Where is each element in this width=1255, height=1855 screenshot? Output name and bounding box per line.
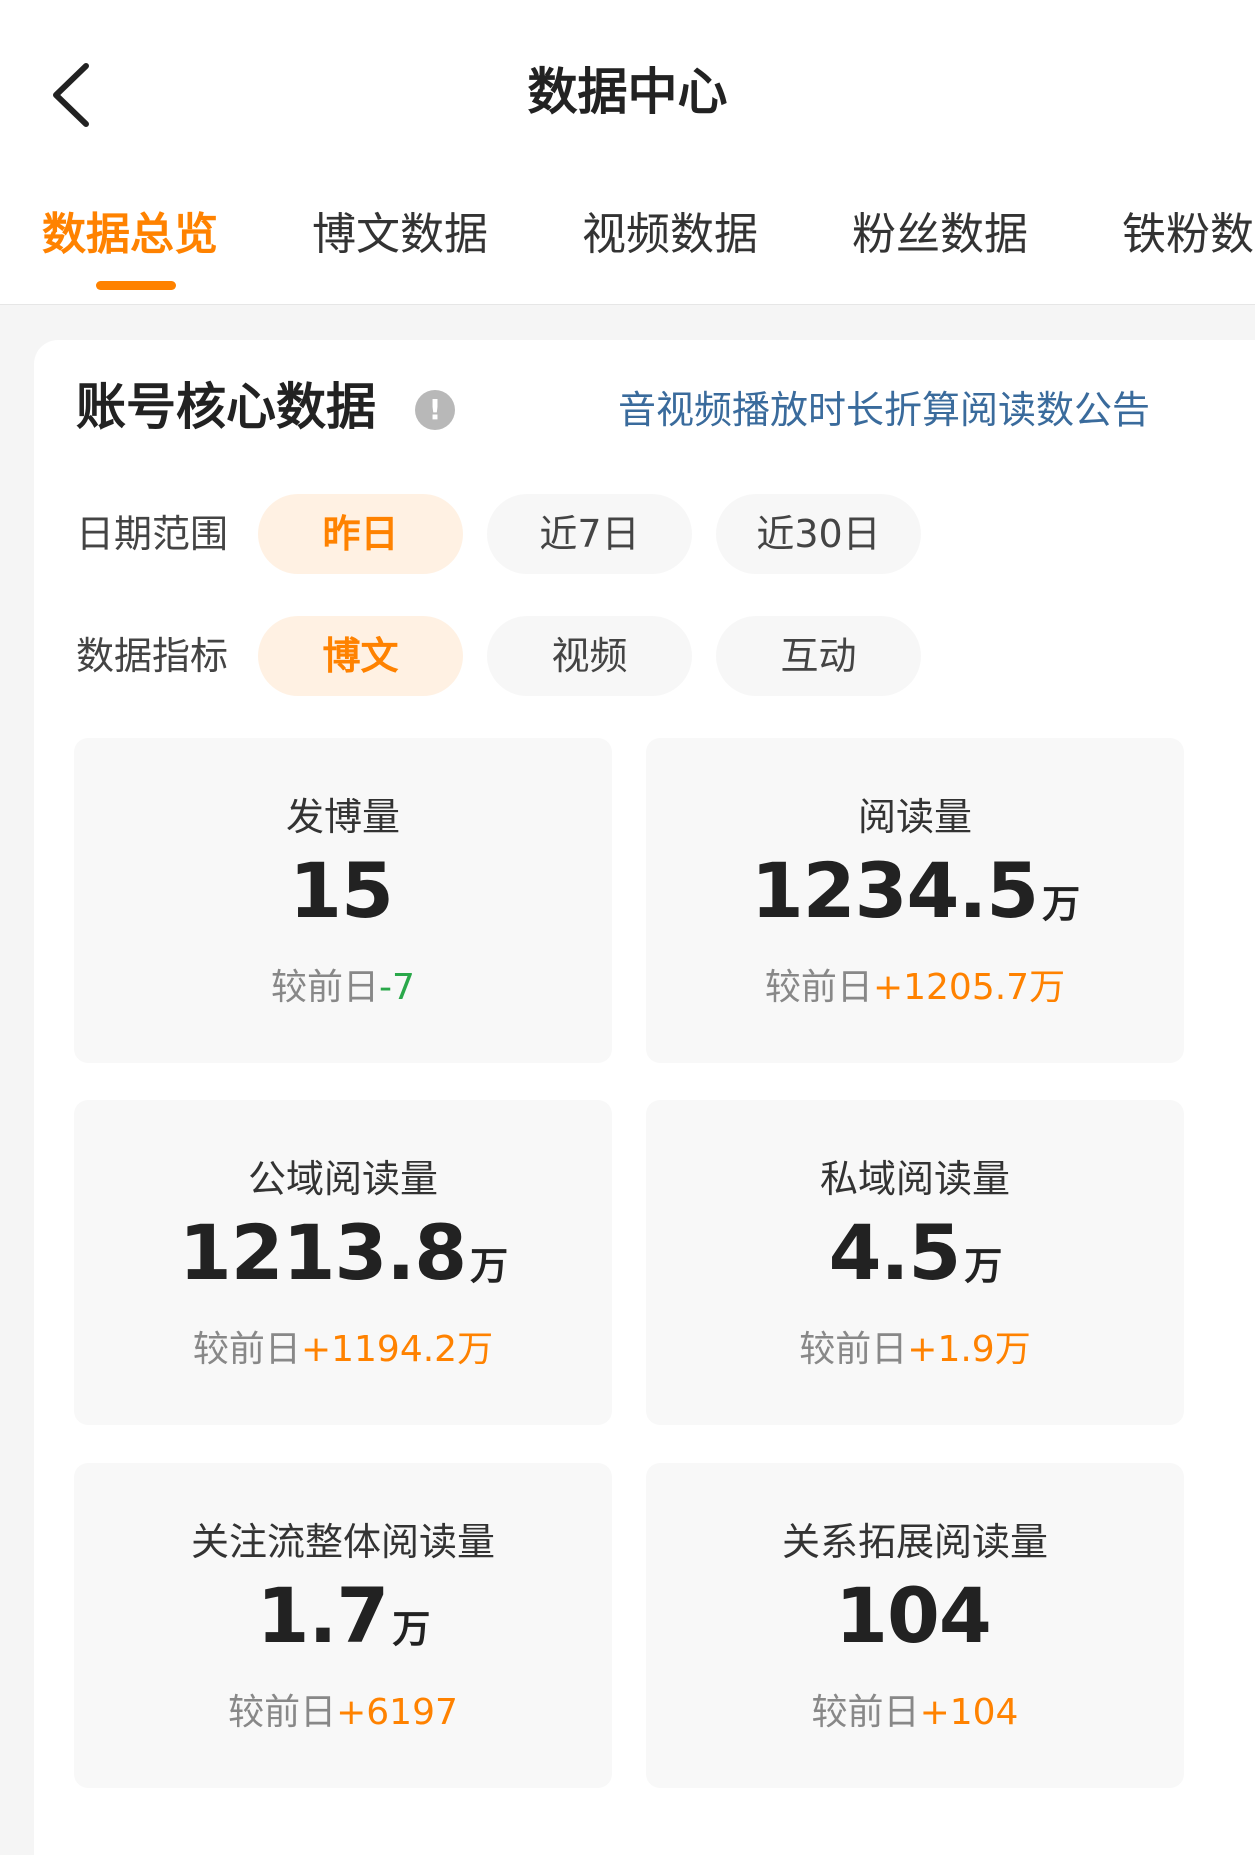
- stat-compare: 较前日+1205.7万: [764, 967, 1066, 1008]
- chip-yesterday[interactable]: 昨日: [258, 494, 463, 574]
- stat-compare: 较前日+104: [811, 1692, 1019, 1733]
- metric-label: 数据指标: [76, 634, 229, 678]
- stat-label: 公域阅读量: [247, 1157, 438, 1201]
- chip-posts[interactable]: 博文: [258, 616, 463, 696]
- stat-label: 发博量: [285, 795, 400, 839]
- date-range-label: 日期范围: [76, 512, 229, 556]
- stat-public-reads[interactable]: 公域阅读量 1213.8 万 较前日+1194.2万: [74, 1100, 612, 1425]
- stat-label: 私域阅读量: [819, 1157, 1010, 1201]
- header: 数据中心 数据总览 博文数据 视频数据 粉丝数据 铁粉数: [0, 0, 1255, 305]
- stat-reads[interactable]: 阅读量 1234.5 万 较前日+1205.7万: [646, 738, 1184, 1063]
- stat-compare: 较前日+6197: [228, 1692, 458, 1733]
- stat-compare: 较前日+1194.2万: [192, 1329, 494, 1370]
- stat-compare: 较前日+1.9万: [799, 1329, 1031, 1370]
- tab-fans-data[interactable]: 粉丝数据: [852, 195, 1028, 275]
- chip-last-7-days[interactable]: 近7日: [487, 494, 692, 574]
- stat-value: 1.7 万: [256, 1571, 431, 1660]
- active-tab-indicator: [96, 281, 176, 290]
- stat-label: 关系拓展阅读量: [781, 1520, 1048, 1564]
- stat-private-reads[interactable]: 私域阅读量 4.5 万 较前日+1.9万: [646, 1100, 1184, 1425]
- tab-overview[interactable]: 数据总览: [42, 195, 218, 275]
- tab-video-data[interactable]: 视频数据: [582, 195, 758, 275]
- tab-iron-fans-data[interactable]: 铁粉数: [1122, 195, 1254, 275]
- tab-post-data[interactable]: 博文数据: [312, 195, 488, 275]
- info-icon[interactable]: !: [415, 390, 455, 430]
- stat-following-feed-reads[interactable]: 关注流整体阅读量 1.7 万 较前日+6197: [74, 1463, 612, 1788]
- chip-interaction[interactable]: 互动: [716, 616, 921, 696]
- chip-last-30-days[interactable]: 近30日: [716, 494, 921, 574]
- page-title: 数据中心: [527, 63, 728, 121]
- tab-bar: 数据总览 博文数据 视频数据 粉丝数据 铁粉数: [0, 195, 1255, 275]
- stat-compare: 较前日-7: [271, 967, 415, 1008]
- stat-value: 15: [289, 846, 394, 935]
- stat-relation-expansion-reads[interactable]: 关系拓展阅读量 104 较前日+104: [646, 1463, 1184, 1788]
- stat-value: 104: [835, 1571, 992, 1660]
- section-title: 账号核心数据: [76, 378, 376, 436]
- notice-link[interactable]: 音视频播放时长折算阅读数公告: [618, 380, 1150, 440]
- stat-post-count[interactable]: 发博量 15 较前日-7: [74, 738, 612, 1063]
- stat-value: 1213.8 万: [178, 1208, 508, 1297]
- stat-label: 关注流整体阅读量: [190, 1520, 495, 1564]
- stat-label: 阅读量: [857, 795, 972, 839]
- chip-video[interactable]: 视频: [487, 616, 692, 696]
- stat-value: 4.5 万: [828, 1208, 1003, 1297]
- stat-value: 1234.5 万: [750, 846, 1080, 935]
